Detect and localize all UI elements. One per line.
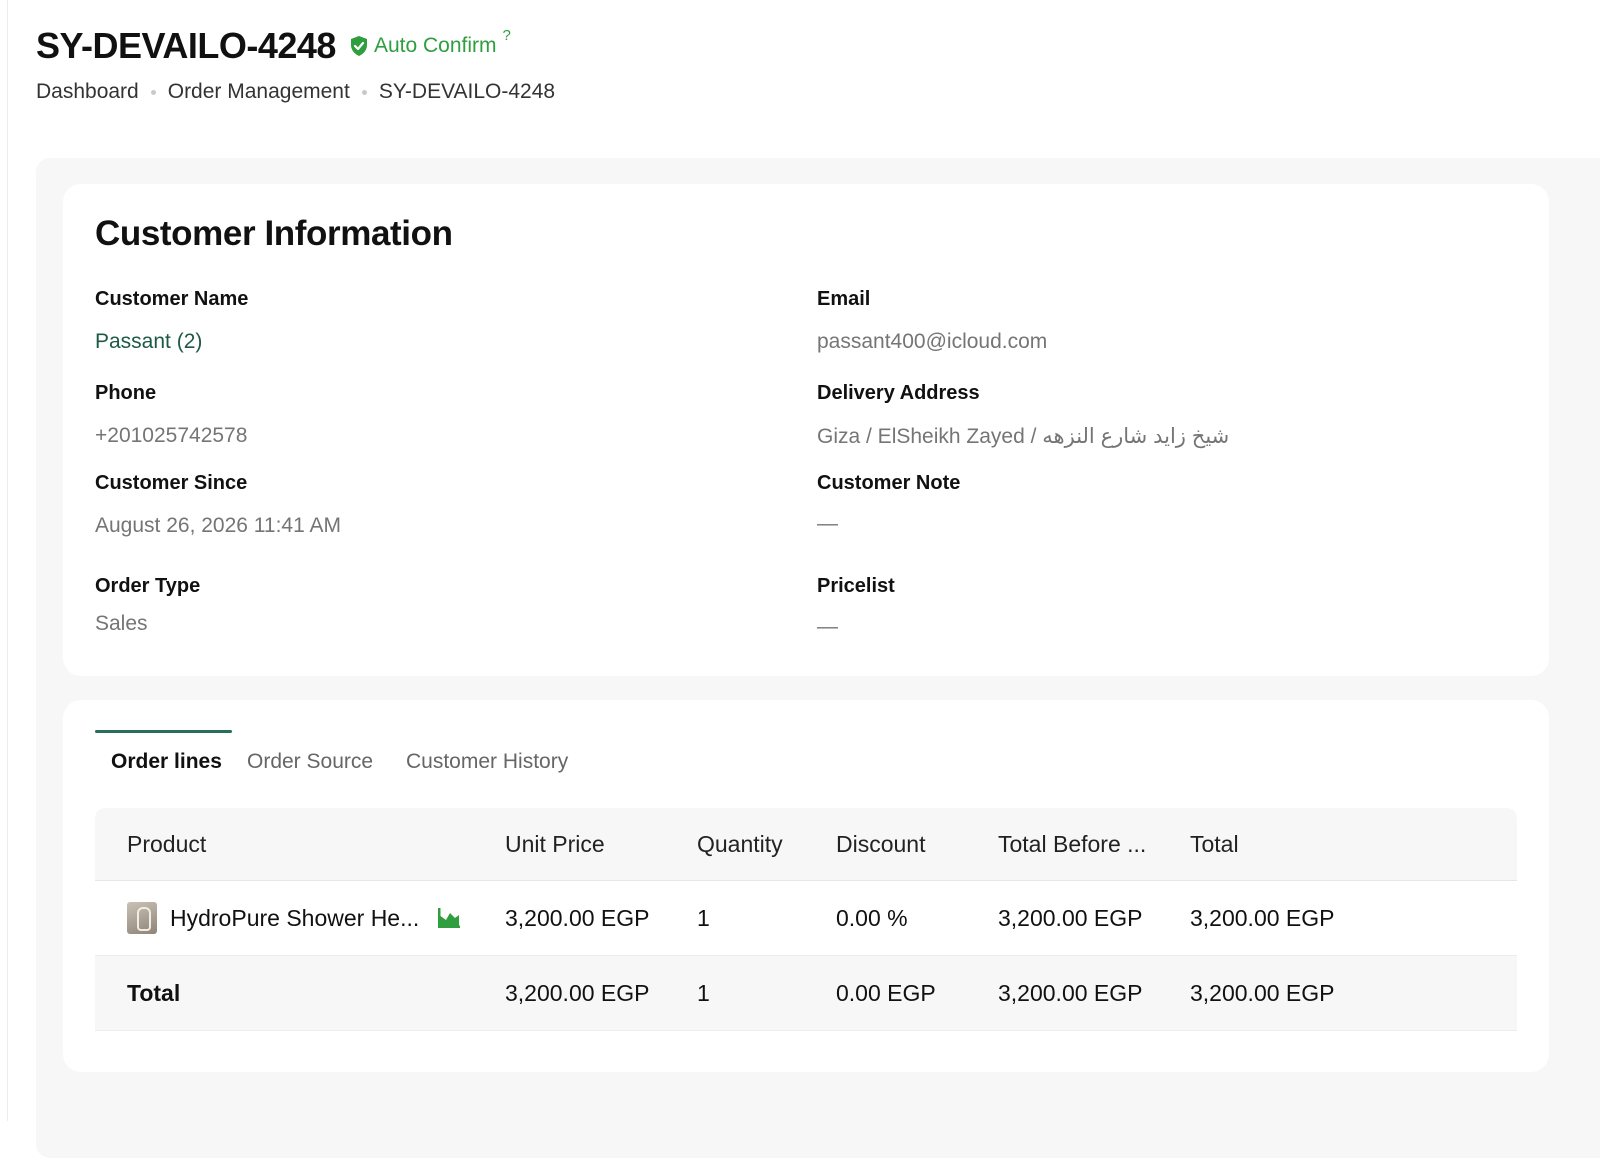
auto-confirm-label: Auto Confirm xyxy=(373,34,497,57)
email-value: passant400@icloud.com xyxy=(817,330,1048,353)
tab-customer-history[interactable]: Customer History xyxy=(406,750,568,774)
breadcrumb-separator xyxy=(361,89,367,95)
tab-order-lines[interactable]: Order lines xyxy=(111,750,222,774)
customer-note-label: Customer Note xyxy=(817,472,961,494)
column-header-quantity[interactable]: Quantity xyxy=(697,808,783,880)
chart-icon[interactable] xyxy=(437,907,461,929)
column-header-product[interactable]: Product xyxy=(127,808,206,880)
pricelist-label: Pricelist xyxy=(817,575,895,597)
grand-total: 3,200.00 EGP xyxy=(1190,979,1335,1006)
pricelist-value: — xyxy=(817,615,838,638)
breadcrumb-order-management[interactable]: Order Management xyxy=(168,80,350,104)
shield-check-icon xyxy=(350,36,367,56)
total-unit-price: 3,200.00 EGP xyxy=(505,979,650,1006)
phone-value: +201025742578 xyxy=(95,424,248,447)
phone-label: Phone xyxy=(95,382,157,404)
product-thumbnail xyxy=(127,902,157,934)
order-lines-card: Order lines Order Source Customer Histor… xyxy=(63,700,1549,1072)
breadcrumb: Dashboard Order Management SY-DEVAILO-42… xyxy=(36,80,1600,104)
delivery-address-value: Giza / ElSheikh Zayed / شيخ زايد شارع ال… xyxy=(817,425,1230,448)
breadcrumb-dashboard[interactable]: Dashboard xyxy=(36,80,139,104)
discount-cell: 0.00 % xyxy=(836,904,908,931)
title-row: SY-DEVAILO-4248 Auto Confirm ? xyxy=(36,26,1600,66)
column-header-total[interactable]: Total xyxy=(1190,808,1239,880)
left-divider xyxy=(7,0,8,1121)
customer-name-label: Customer Name xyxy=(95,288,249,310)
total-row-label: Total xyxy=(127,979,181,1006)
column-header-discount[interactable]: Discount xyxy=(836,808,925,880)
customer-since-value: August 26, 2026 11:41 AM xyxy=(95,514,341,537)
total-discount: 0.00 EGP xyxy=(836,979,936,1006)
page-title: SY-DEVAILO-4248 xyxy=(36,25,336,66)
product-name[interactable]: HydroPure Shower He... xyxy=(170,905,419,932)
active-tab-indicator xyxy=(95,730,232,733)
customer-information-card: Customer Information Customer Name Passa… xyxy=(63,184,1549,676)
tab-order-source[interactable]: Order Source xyxy=(247,750,373,774)
section-title: Customer Information xyxy=(95,214,453,253)
quantity-cell: 1 xyxy=(697,904,710,931)
unit-price-cell: 3,200.00 EGP xyxy=(505,904,650,931)
order-type-value: Sales xyxy=(95,612,148,635)
order-type-label: Order Type xyxy=(95,575,201,597)
help-icon[interactable]: ? xyxy=(503,27,511,44)
delivery-address-label: Delivery Address xyxy=(817,382,980,404)
customer-since-label: Customer Since xyxy=(95,472,248,494)
customer-note-value: — xyxy=(817,512,838,535)
total-before-sum: 3,200.00 EGP xyxy=(998,979,1143,1006)
customer-name-link[interactable]: Passant (2) xyxy=(95,330,202,354)
column-header-total-before[interactable]: Total Before ... xyxy=(998,808,1146,880)
auto-confirm-badge: Auto Confirm ? xyxy=(349,27,511,58)
total-quantity: 1 xyxy=(697,979,710,1006)
page-header: SY-DEVAILO-4248 Auto Confirm ? Dashboard… xyxy=(36,26,1600,104)
email-label: Email xyxy=(817,288,871,310)
order-lines-table: Product Unit Price Quantity Discount Tot… xyxy=(95,808,1517,1031)
breadcrumb-current: SY-DEVAILO-4248 xyxy=(378,80,556,103)
total-before-cell: 3,200.00 EGP xyxy=(998,904,1143,931)
column-header-unit-price[interactable]: Unit Price xyxy=(505,808,605,880)
table-header: Product Unit Price Quantity Discount Tot… xyxy=(95,808,1517,881)
breadcrumb-separator xyxy=(150,89,156,95)
table-total-row: Total 3,200.00 EGP 1 0.00 EGP 3,200.00 E… xyxy=(95,956,1517,1031)
total-cell: 3,200.00 EGP xyxy=(1190,904,1335,931)
table-row[interactable]: HydroPure Shower He... 3,200.00 EGP 1 0.… xyxy=(95,881,1517,956)
product-cell: HydroPure Shower He... xyxy=(127,881,461,955)
